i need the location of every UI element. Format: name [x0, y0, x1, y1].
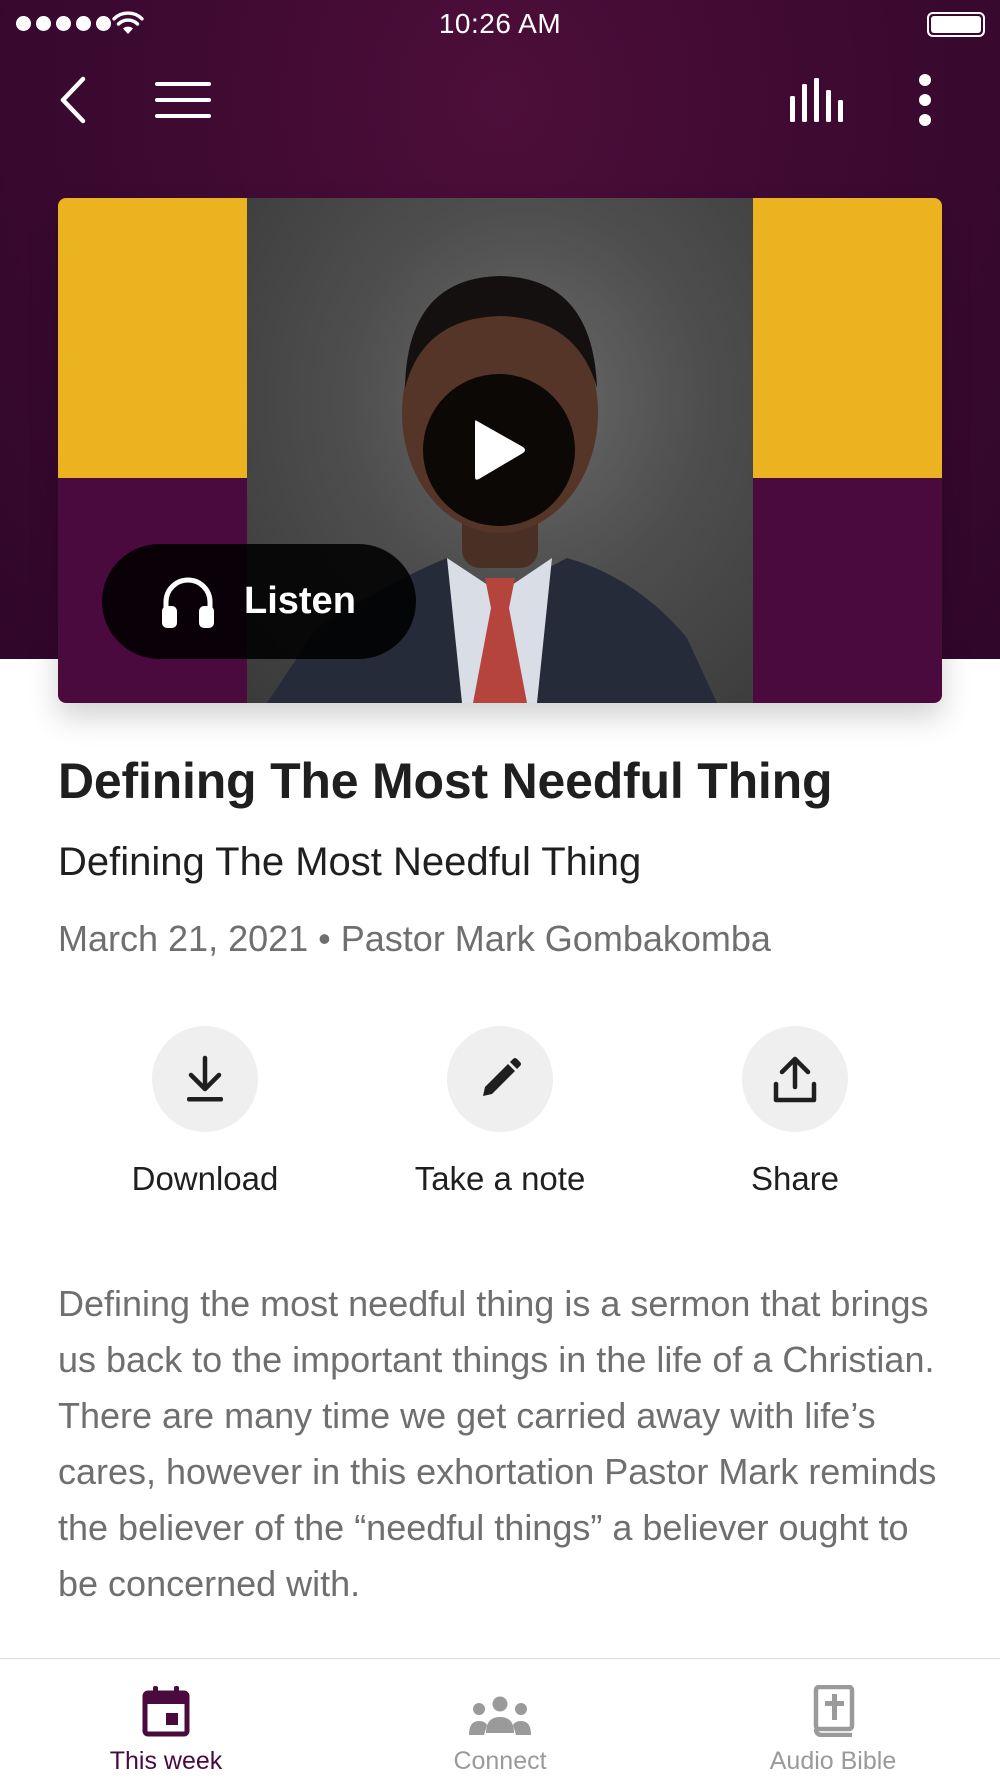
headphones-icon	[162, 577, 214, 628]
tab-connect-label: Connect	[453, 1747, 547, 1775]
tab-this-week-label: This week	[109, 1747, 223, 1775]
more-vertical-icon	[919, 74, 931, 126]
people-group-icon	[469, 1696, 531, 1735]
listen-label: Listen	[244, 580, 356, 622]
calendar-icon	[142, 1686, 190, 1737]
purple-panel	[753, 478, 942, 703]
sermon-title: Defining The Most Needful Thing	[58, 753, 833, 809]
share-upload-icon	[773, 1056, 817, 1103]
play-icon	[475, 420, 525, 480]
download-button[interactable]: Download	[85, 1026, 325, 1198]
take-note-button[interactable]: Take a note	[380, 1026, 620, 1198]
tab-this-week[interactable]: This week	[46, 1659, 286, 1778]
gold-panel	[58, 198, 247, 478]
play-button[interactable]	[423, 374, 575, 526]
back-button[interactable]	[48, 72, 98, 128]
share-circle[interactable]	[742, 1026, 848, 1132]
pencil-icon	[483, 1058, 521, 1096]
chevron-left-icon	[60, 76, 86, 124]
audio-player-button[interactable]	[782, 72, 854, 128]
tab-connect[interactable]: Connect	[380, 1659, 620, 1778]
download-circle[interactable]	[152, 1026, 258, 1132]
tab-audio-bible[interactable]: Audio Bible	[713, 1659, 953, 1778]
share-button[interactable]: Share	[675, 1026, 915, 1198]
take-note-label: Take a note	[414, 1160, 586, 1197]
download-icon	[187, 1055, 223, 1102]
listen-button[interactable]: Listen	[102, 544, 416, 659]
more-options-button[interactable]	[900, 72, 950, 128]
download-label: Download	[131, 1160, 279, 1197]
bottom-tab-bar: This week Connect Audio Bible	[0, 1658, 1000, 1778]
status-bar: 10:26 AM	[0, 0, 1000, 50]
hamburger-menu-icon	[155, 82, 211, 118]
status-time: 10:26 AM	[438, 8, 562, 39]
bible-icon	[813, 1685, 855, 1737]
menu-button[interactable]	[150, 72, 216, 128]
share-label: Share	[750, 1160, 840, 1197]
sermon-subtitle: Defining The Most Needful Thing	[58, 840, 642, 884]
battery-icon	[927, 12, 985, 37]
sermon-detail-screen: 10:26 AM Listen Defining The Most Needfu…	[0, 0, 1000, 1778]
take-note-circle[interactable]	[447, 1026, 553, 1132]
sermon-description: Defining the most needful thing is a ser…	[58, 1283, 937, 1604]
sermon-date-speaker: March 21, 2021 • Pastor Mark Gombakomba	[58, 918, 771, 959]
tab-audio-bible-label: Audio Bible	[769, 1747, 897, 1775]
top-nav-bar	[0, 60, 1000, 140]
audio-bars-icon	[790, 78, 843, 122]
gold-panel	[753, 198, 942, 478]
